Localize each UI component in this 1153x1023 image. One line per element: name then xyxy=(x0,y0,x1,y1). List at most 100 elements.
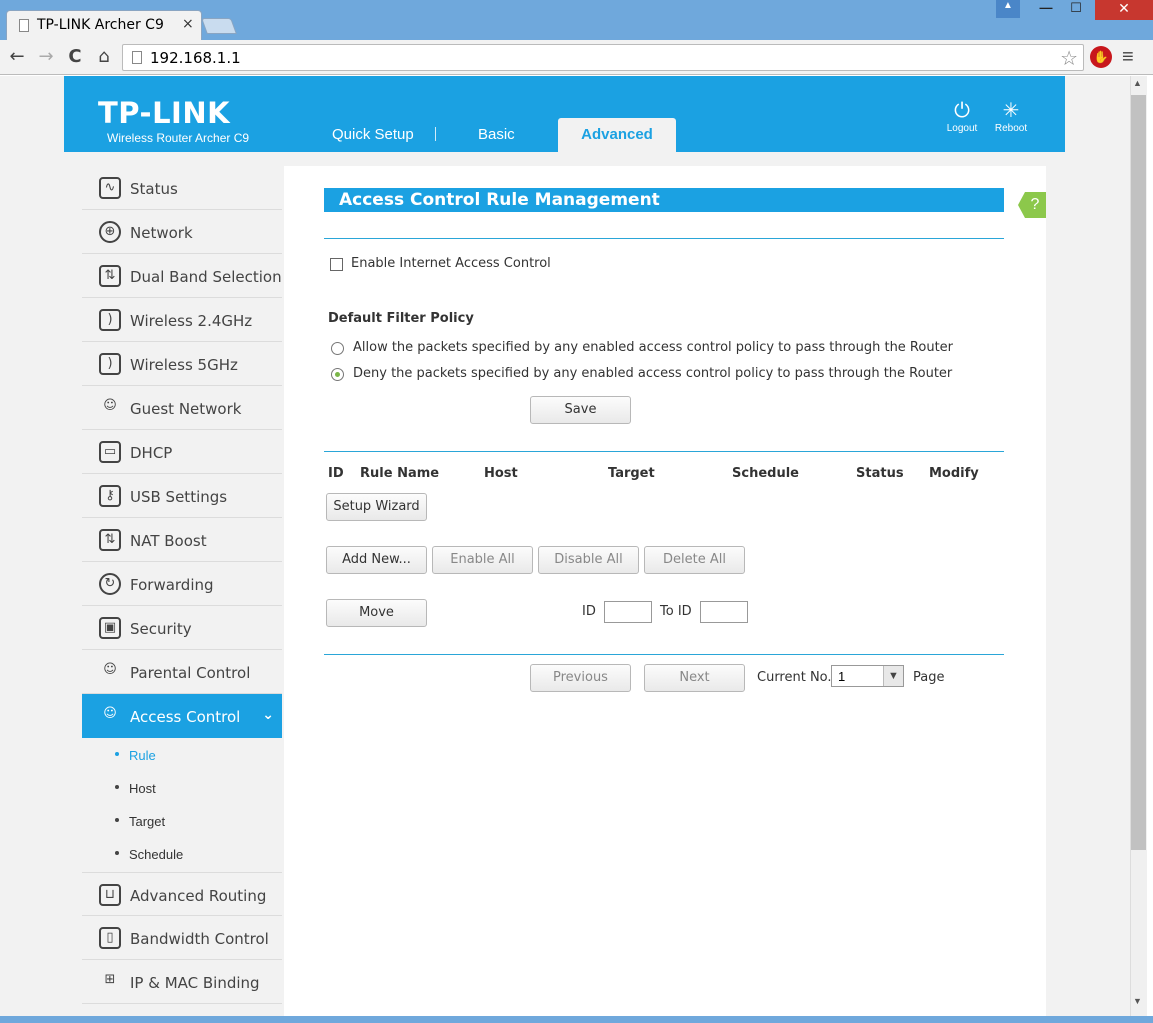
main-panel xyxy=(284,166,1046,1016)
subitem-rule[interactable]: Rule xyxy=(82,741,282,774)
tab-basic[interactable]: Basic xyxy=(478,126,515,143)
sidebar-item-forwarding[interactable]: ↻ Forwarding xyxy=(82,562,282,606)
column-header-id: ID xyxy=(328,466,344,481)
sidebar-item-advanced-routing[interactable]: ⊔ Advanced Routing xyxy=(82,872,282,916)
tab-close-icon[interactable]: × xyxy=(182,16,194,32)
disable-all-button[interactable]: Disable All xyxy=(538,546,639,574)
sidebar-item-access-control[interactable]: ☺ Access Control ⌄ xyxy=(82,694,282,738)
move-to-id-input[interactable] xyxy=(700,601,748,623)
sidebar-item-wireless-5[interactable]: ) Wireless 5GHz xyxy=(82,342,282,386)
bullet xyxy=(115,818,119,822)
next-button[interactable]: Next xyxy=(644,664,745,692)
parental-icon: ☺ xyxy=(103,662,117,677)
move-from-id-input[interactable] xyxy=(604,601,652,623)
sidebar-item-label: Bandwidth Control xyxy=(130,930,269,948)
adblock-extension-icon[interactable]: ✋ xyxy=(1090,46,1112,68)
setup-wizard-button[interactable]: Setup Wizard xyxy=(326,493,427,521)
policy-allow-label: Allow the packets specified by any enabl… xyxy=(353,340,954,355)
page-label: Page xyxy=(913,670,945,685)
scrollbar-thumb[interactable] xyxy=(1131,95,1146,850)
sidebar-item-label: NAT Boost xyxy=(130,532,207,550)
reboot-icon: ✳ xyxy=(1002,100,1020,122)
page-icon xyxy=(132,51,142,64)
scroll-up-icon[interactable]: ▲ xyxy=(1133,78,1142,88)
policy-allow-radio[interactable] xyxy=(331,342,344,355)
bullet xyxy=(115,785,119,789)
logout-button[interactable]: ⏻ Logout xyxy=(936,101,988,134)
home-icon[interactable]: ⌂ xyxy=(93,46,115,68)
enable-all-button[interactable]: Enable All xyxy=(432,546,533,574)
user-icon[interactable]: ▲ xyxy=(996,0,1020,18)
divider xyxy=(324,654,1004,655)
move-id-label: ID xyxy=(582,604,596,619)
subitem-target[interactable]: Target xyxy=(82,807,282,840)
page-viewport: TP-LINK Wireless Router Archer C9 Quick … xyxy=(0,76,1130,1016)
sidebar-item-status[interactable]: ∿ Status xyxy=(82,166,282,210)
sidebar-item-guest-network[interactable]: ☺ Guest Network xyxy=(82,386,282,430)
sidebar: ∿ Status ⊕ Network ⇅ Dual Band Selection… xyxy=(82,166,283,1016)
chevron-down-icon: ⌄ xyxy=(262,706,274,722)
subitem-label: Rule xyxy=(129,748,156,763)
subitem-host[interactable]: Host xyxy=(82,774,282,807)
move-button[interactable]: Move xyxy=(326,599,427,627)
subitem-label: Target xyxy=(129,814,166,829)
delete-all-button[interactable]: Delete All xyxy=(644,546,745,574)
minimize-button[interactable]: — xyxy=(1032,0,1060,18)
column-header-host: Host xyxy=(484,466,518,481)
page-select[interactable]: 1 ▼ xyxy=(831,665,904,687)
maximize-button[interactable]: ☐ xyxy=(1062,0,1090,18)
bookmark-star-icon[interactable]: ☆ xyxy=(1060,46,1078,71)
current-no-label: Current No. xyxy=(757,670,832,685)
browser-toolbar: ← → C ⌂ 192.168.1.1 ☆ ✋ ≡ xyxy=(0,40,1153,75)
forward-icon[interactable]: → xyxy=(35,46,57,68)
tab-title: TP-LINK Archer C9 xyxy=(37,17,164,33)
page-title: Access Control Rule Management xyxy=(324,188,1004,212)
sidebar-item-nat-boost[interactable]: ⇅ NAT Boost xyxy=(82,518,282,562)
sidebar-item-bandwidth-control[interactable]: ▯ Bandwidth Control xyxy=(82,916,282,960)
sidebar-item-label: Forwarding xyxy=(130,576,214,594)
save-button[interactable]: Save xyxy=(530,396,631,424)
add-new-button[interactable]: Add New... xyxy=(326,546,427,574)
enable-access-control-checkbox[interactable] xyxy=(330,258,343,271)
sidebar-item-dual-band[interactable]: ⇅ Dual Band Selection xyxy=(82,254,282,298)
bandwidth-icon: ▯ xyxy=(99,927,121,949)
sidebar-item-network[interactable]: ⊕ Network xyxy=(82,210,282,254)
reload-icon[interactable]: C xyxy=(64,46,86,68)
sidebar-item-security[interactable]: ▣ Security xyxy=(82,606,282,650)
sidebar-item-wireless-24[interactable]: ) Wireless 2.4GHz xyxy=(82,298,282,342)
sidebar-item-ip-mac-binding[interactable]: ⊞ IP & MAC Binding xyxy=(82,960,282,1004)
sidebar-item-label: Access Control xyxy=(130,708,241,726)
subitem-label: Schedule xyxy=(129,847,184,862)
sidebar-item-label: DHCP xyxy=(130,444,173,462)
sidebar-item-usb-settings[interactable]: ⚷ USB Settings xyxy=(82,474,282,518)
policy-deny-radio[interactable] xyxy=(331,368,344,381)
back-icon[interactable]: ← xyxy=(6,46,28,68)
address-bar[interactable]: 192.168.1.1 ☆ xyxy=(122,44,1084,71)
dual-band-icon: ⇅ xyxy=(99,265,121,287)
subitem-schedule[interactable]: Schedule xyxy=(82,840,282,873)
policy-deny-label: Deny the packets specified by any enable… xyxy=(353,366,953,381)
divider xyxy=(324,238,1004,239)
close-window-button[interactable]: ✕ xyxy=(1095,0,1153,20)
sidebar-item-dhcp[interactable]: ▭ DHCP xyxy=(82,430,282,474)
browser-titlebar: TP-LINK Archer C9 × ▲ — ☐ ✕ xyxy=(0,0,1153,40)
browser-tab[interactable]: TP-LINK Archer C9 × xyxy=(6,10,202,40)
sidebar-item-parental-control[interactable]: ☺ Parental Control xyxy=(82,650,282,694)
url-text[interactable]: 192.168.1.1 xyxy=(150,49,241,67)
wifi-icon: ) xyxy=(99,309,121,331)
chevron-down-icon: ▼ xyxy=(883,666,903,686)
move-to-id-label: To ID xyxy=(660,604,692,619)
reboot-button[interactable]: ✳ Reboot xyxy=(985,101,1037,134)
forwarding-icon: ↻ xyxy=(99,573,121,595)
scroll-down-icon[interactable]: ▼ xyxy=(1133,996,1142,1006)
window-frame xyxy=(0,1016,1153,1023)
tab-advanced[interactable]: Advanced xyxy=(558,118,676,152)
new-tab-button[interactable] xyxy=(201,18,237,34)
router-header: TP-LINK Wireless Router Archer C9 Quick … xyxy=(64,76,1065,152)
previous-button[interactable]: Previous xyxy=(530,664,631,692)
sidebar-item-label: Parental Control xyxy=(130,664,251,682)
menu-icon[interactable]: ≡ xyxy=(1122,46,1134,69)
wifi-icon: ) xyxy=(99,353,121,375)
tab-quick-setup[interactable]: Quick Setup xyxy=(332,126,414,143)
divider xyxy=(324,451,1004,452)
